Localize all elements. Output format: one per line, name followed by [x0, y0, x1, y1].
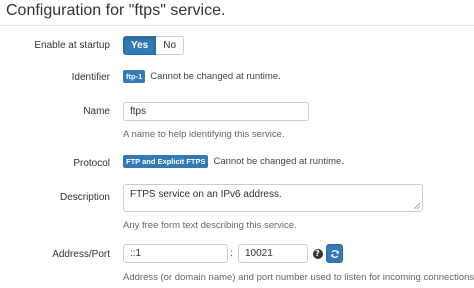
address-input[interactable]: ::1 [123, 244, 228, 263]
name-input[interactable]: ftps [123, 102, 309, 121]
address-help: Address (or domain name) and port number… [123, 272, 474, 283]
title-divider [0, 25, 474, 26]
address-label: Address/Port [52, 249, 110, 260]
identifier-label: Identifier [71, 72, 110, 83]
protocol-note: Cannot be changed at runtime. [213, 156, 344, 167]
address-help-button[interactable]: ? [310, 244, 325, 263]
startup-no-button[interactable]: No [156, 36, 185, 55]
refresh-icon [330, 249, 339, 258]
question-circle-icon: ? [312, 248, 323, 259]
page-title: Configuration for "ftps" service. [6, 2, 226, 19]
description-text: FTPS service on an IPv6 address. [130, 189, 282, 200]
startup-yes-button[interactable]: Yes [123, 36, 157, 55]
protocol-row: FTP and Explicit FTPS Cannot be changed … [123, 155, 344, 168]
name-help: A name to help identifying this service. [123, 129, 285, 140]
refresh-button[interactable] [326, 244, 343, 263]
startup-label: Enable at startup [34, 40, 110, 51]
protocol-badge: FTP and Explicit FTPS [123, 155, 209, 168]
port-input[interactable]: 10021 [238, 244, 308, 263]
identifier-note: Cannot be changed at runtime. [150, 71, 281, 82]
resize-grip-icon[interactable] [414, 203, 420, 209]
startup-toggle[interactable]: Yes No [123, 36, 185, 55]
protocol-label: Protocol [73, 158, 110, 169]
identifier-badge: ftp-1 [123, 70, 146, 83]
description-help: Any free form text describing this servi… [123, 220, 297, 231]
address-port-separator: : [230, 248, 233, 259]
description-textarea[interactable]: FTPS service on an IPv6 address. [123, 184, 423, 212]
description-label: Description [59, 192, 110, 203]
identifier-row: ftp-1 Cannot be changed at runtime. [123, 70, 281, 83]
name-label: Name [83, 106, 110, 117]
